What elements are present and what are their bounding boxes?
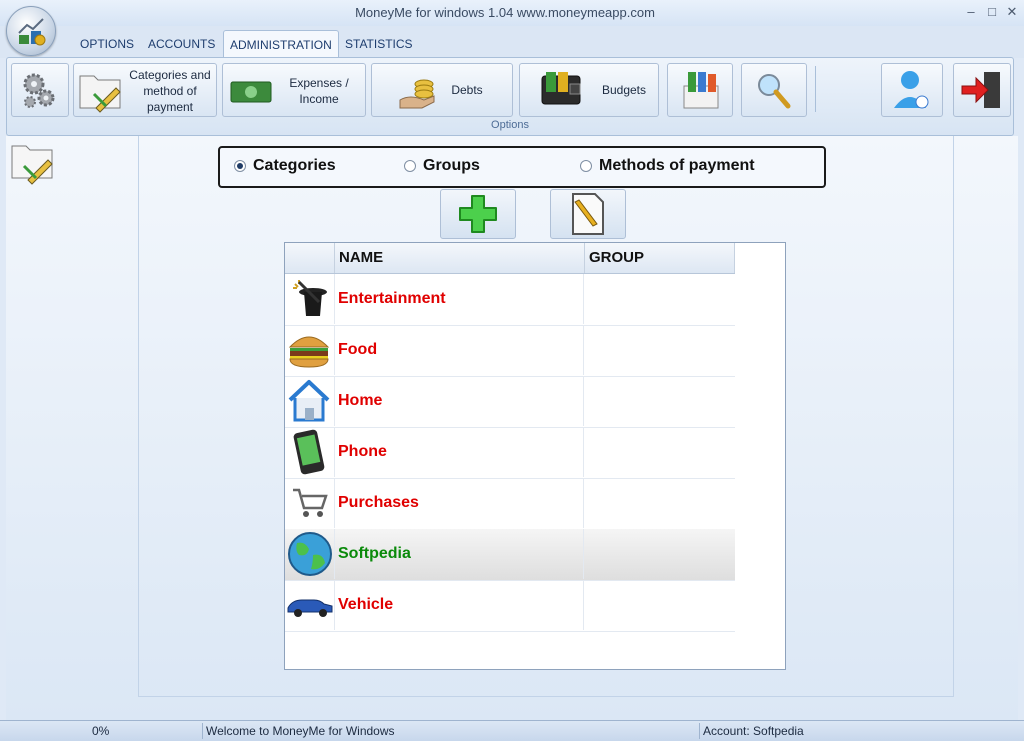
categories-label: Categories and method of payment: [129, 68, 211, 114]
wallet-icon: [541, 72, 581, 105]
table-row[interactable]: Entertainment: [285, 274, 735, 326]
title-bar: MoneyMe for windows 1.04 www.moneymeapp.…: [0, 0, 1024, 26]
budgets-label: Budgets: [601, 83, 647, 97]
radio-dot: [234, 160, 246, 172]
row-group: [584, 274, 735, 324]
folder-edit-icon: [79, 75, 121, 113]
exit-icon: [961, 72, 1000, 108]
row-icon-cell: [285, 529, 335, 579]
envelope-money-icon: [683, 72, 719, 109]
progress-value: 0%: [92, 724, 110, 738]
radio-methods-label: Methods of payment: [599, 157, 755, 174]
radio-categories-label: Categories: [253, 157, 336, 174]
table-row[interactable]: Vehicle: [285, 580, 735, 632]
radio-categories[interactable]: Categories: [234, 157, 336, 175]
globe-icon: [288, 532, 332, 576]
search-icon: [758, 74, 791, 109]
cart-icon: [293, 488, 328, 517]
minimize-icon[interactable]: –: [962, 4, 980, 19]
budgets-button[interactable]: Budgets: [519, 63, 659, 117]
row-name: Phone: [335, 427, 584, 477]
close-icon[interactable]: ✕: [1003, 4, 1021, 20]
table-row[interactable]: Phone: [285, 427, 735, 479]
gears-icon: [23, 73, 55, 108]
debts-button[interactable]: Debts: [371, 63, 513, 117]
app-logo-icon: [18, 18, 46, 46]
row-name: Home: [335, 376, 584, 426]
status-bar: 0% Welcome to MoneyMe for Windows Accoun…: [0, 720, 1024, 741]
radio-groups-label: Groups: [423, 157, 480, 174]
debts-label: Debts: [451, 83, 483, 97]
burger-icon: [288, 336, 330, 368]
user-icon: [894, 71, 929, 109]
row-name: Vehicle: [335, 580, 584, 630]
tab-statistics[interactable]: STATISTICS: [339, 30, 419, 58]
house-icon: [288, 380, 330, 422]
row-group: [584, 376, 735, 426]
row-name: Purchases: [335, 478, 584, 528]
maximize-icon[interactable]: □: [983, 4, 1001, 19]
edit-button[interactable]: [550, 189, 626, 239]
table-row[interactable]: Purchases: [285, 478, 735, 530]
tab-accounts[interactable]: ACCOUNTS: [142, 30, 221, 58]
status-message: Welcome to MoneyMe for Windows: [206, 724, 395, 738]
row-group: [584, 427, 735, 477]
ribbon-group-label: Options: [491, 119, 529, 131]
magic-hat-icon: [293, 280, 327, 316]
search-button[interactable]: [741, 63, 807, 117]
radio-groups[interactable]: Groups: [404, 157, 480, 175]
filter-radio-group: Categories Groups Methods of payment: [218, 146, 826, 188]
mail-money-button[interactable]: [667, 63, 733, 117]
row-icon-cell: [285, 580, 335, 630]
table-row-selected[interactable]: Softpedia: [285, 529, 735, 581]
header-icon-cell: [285, 243, 335, 273]
window-title: MoneyMe for windows 1.04 www.moneymeapp.…: [355, 5, 655, 20]
settings-button[interactable]: [11, 63, 69, 117]
row-name: Softpedia: [335, 529, 584, 579]
table-row[interactable]: Home: [285, 376, 735, 428]
car-icon: [287, 599, 333, 617]
plus-icon: [459, 195, 497, 233]
phone-icon: [293, 429, 325, 475]
ribbon-divider: [815, 66, 816, 112]
row-name: Entertainment: [335, 274, 584, 324]
radio-dot: [404, 160, 416, 172]
table-header: NAME GROUP: [285, 243, 735, 274]
tab-administration[interactable]: ADMINISTRATION: [223, 30, 339, 59]
row-name: Food: [335, 325, 584, 375]
row-icon-cell: [285, 376, 335, 426]
row-icon-cell: [285, 478, 335, 528]
categories-button[interactable]: Categories and method of payment: [73, 63, 217, 117]
add-button[interactable]: [440, 189, 516, 239]
exit-button[interactable]: [953, 63, 1011, 117]
status-divider: [202, 723, 203, 739]
radio-methods-of-payment[interactable]: Methods of payment: [580, 157, 755, 175]
folder-edit-icon[interactable]: [10, 140, 58, 188]
row-group: [584, 478, 735, 528]
header-name[interactable]: NAME: [335, 243, 585, 273]
expenses-income-button[interactable]: Expenses / Income: [222, 63, 366, 117]
coins-hand-icon: [399, 79, 435, 109]
ribbon: Categories and method of payment Expense…: [6, 57, 1014, 136]
main-content: Categories Groups Methods of payment NAM…: [6, 136, 1018, 720]
radio-dot: [580, 160, 592, 172]
row-group: [584, 529, 735, 579]
row-icon-cell: [285, 274, 335, 324]
tab-options[interactable]: OPTIONS: [74, 30, 140, 58]
tab-bar: OPTIONS ACCOUNTS ADMINISTRATION STATISTI…: [0, 26, 1024, 59]
header-group[interactable]: GROUP: [585, 243, 735, 273]
row-icon-cell: [285, 325, 335, 375]
row-group: [584, 580, 735, 630]
row-icon-cell: [285, 427, 335, 477]
app-menu-button[interactable]: [6, 6, 56, 56]
status-divider: [699, 723, 700, 739]
account-status: Account: Softpedia: [703, 724, 804, 738]
user-button[interactable]: [881, 63, 943, 117]
expenses-label: Expenses / Income: [289, 76, 349, 106]
categories-table: NAME GROUP Entertainment Food Home Phone…: [284, 242, 786, 670]
row-group: [584, 325, 735, 375]
edit-icon: [572, 193, 604, 235]
table-row[interactable]: Food: [285, 325, 735, 377]
money-icon: [230, 81, 272, 103]
